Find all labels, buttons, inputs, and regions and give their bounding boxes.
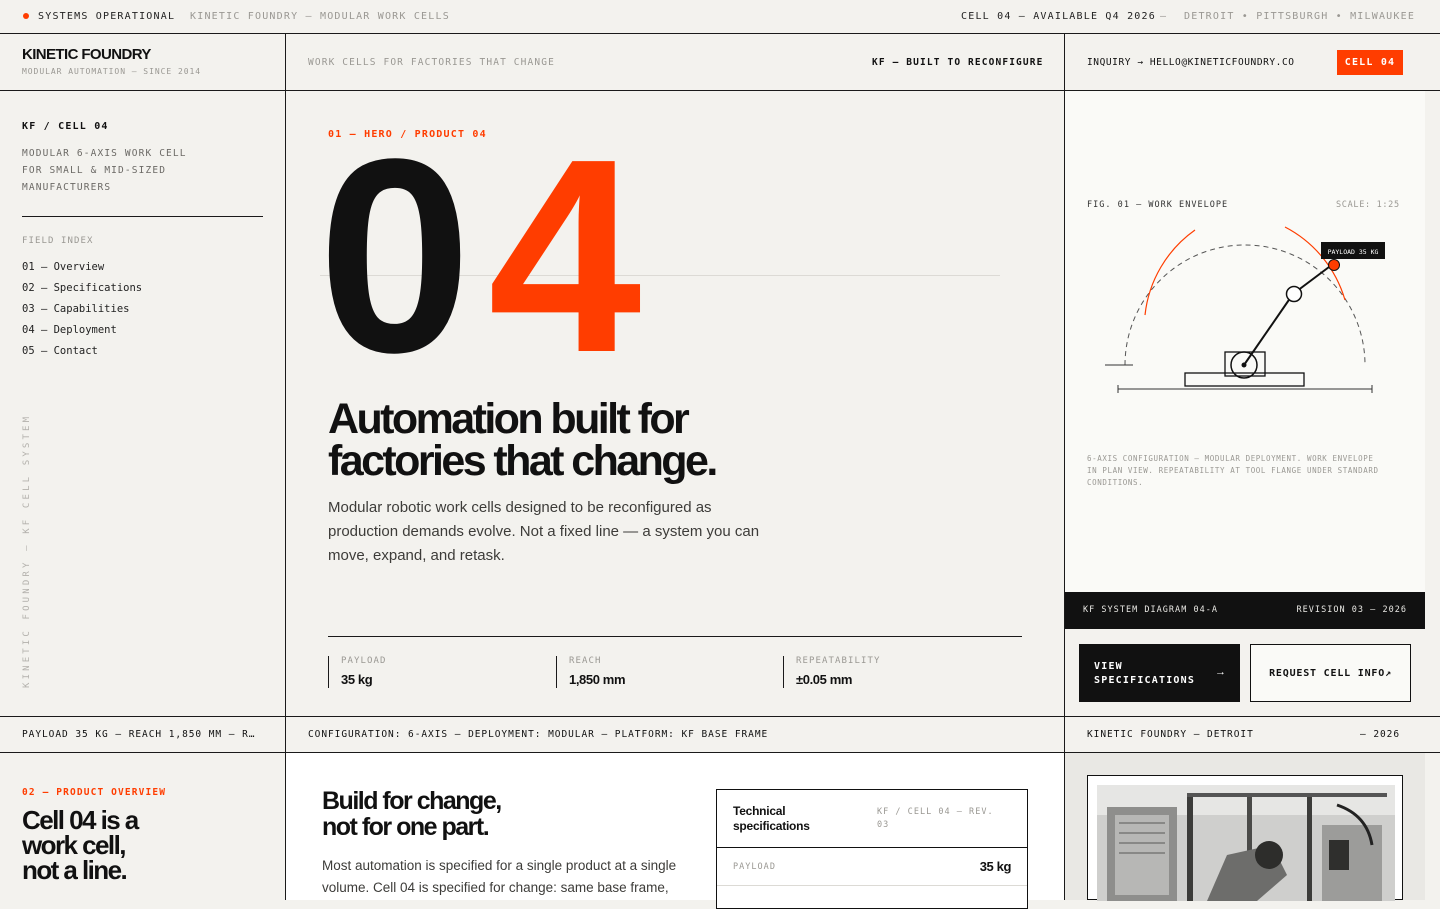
- arrow-right-icon: →: [1215, 666, 1226, 678]
- figure-caption-line: IN PLAN VIEW. REPEATABILITY AT TOOL FLAN…: [1087, 466, 1379, 475]
- envelope-limit-left: [1144, 229, 1196, 316]
- spec-row-label: PAYLOAD: [733, 862, 776, 872]
- status-text: SYSTEMS OPERATIONAL: [38, 11, 176, 22]
- overview-eyebrow: 02 — PRODUCT OVERVIEW: [22, 787, 167, 798]
- stat-repeatability: REPEATABILITY ±0.05 mm: [783, 656, 880, 688]
- inquiry-link[interactable]: INQUIRY → HELLO@KINETICFOUNDRY.CO: [1087, 57, 1295, 68]
- hero-number-zero: 0: [318, 102, 472, 410]
- figure-title: FIG. 01 — WORK ENVELOPE: [1087, 200, 1229, 210]
- sidebar-item-contact[interactable]: 05 — Contact: [22, 341, 142, 362]
- sidebar-item-deployment[interactable]: 04 — Deployment: [22, 320, 142, 341]
- overview-body: Most automation is specified for a singl…: [322, 855, 676, 899]
- spec-table-ref-line: KF / CELL 04 — REV.: [877, 807, 994, 817]
- base-frame: [1184, 372, 1305, 387]
- hero-body-line: Modular robotic work cells designed to b…: [328, 499, 712, 516]
- ticker-year: — 2026: [1360, 729, 1401, 740]
- spec-table-title-line: specifications: [733, 819, 810, 833]
- stat-payload: PAYLOAD 35 kg: [328, 656, 387, 688]
- stat-value: 35 kg: [341, 672, 373, 687]
- hero-body-line: production demands evolve. Not a fixed l…: [328, 523, 760, 540]
- stat-label: REPEATABILITY: [796, 656, 881, 666]
- sidebar-item-specifications[interactable]: 02 — Specifications: [22, 278, 142, 299]
- field-index-title: FIELD INDEX: [22, 236, 94, 246]
- logo-subtitle: MODULAR AUTOMATION — SINCE 2014: [22, 67, 202, 76]
- ticker-top-divider: [0, 716, 1440, 717]
- cell-04-button[interactable]: CELL 04: [1337, 50, 1403, 75]
- payload-tag: PAYLOAD 35 KG: [1328, 248, 1379, 256]
- overview-heading: Build for change, not for one part.: [322, 787, 502, 841]
- sidebar-item-capabilities[interactable]: 03 — Capabilities: [22, 299, 142, 320]
- robot-elbow-joint: [1285, 285, 1303, 303]
- ticker-location: KINETIC FOUNDRY — DETROIT: [1087, 729, 1254, 740]
- overview-title: Cell 04 is a work cell, not a line.: [22, 807, 139, 885]
- logo[interactable]: KINETIC FOUNDRY: [22, 46, 151, 63]
- figure-scale: SCALE: 1:25: [1336, 200, 1400, 210]
- request-cell-info-button[interactable]: REQUEST CELL INFO↗: [1250, 644, 1411, 702]
- view-specifications-label: VIEW SPECIFICATIONS: [1094, 660, 1195, 688]
- overview-body-line: volume. Cell 04 is specified for change:…: [322, 880, 669, 895]
- diagram-label: KF SYSTEM DIAGRAM 04-A: [1083, 605, 1219, 615]
- sidebar-description: MODULAR 6-AXIS WORK CELL FOR SMALL & MID…: [22, 145, 187, 196]
- figure-caption-line: 6-AXIS CONFIGURATION — MODULAR DEPLOYMEN…: [1087, 454, 1374, 463]
- factory-photo-image: [1097, 785, 1395, 901]
- stat-value: 1,850 mm: [569, 672, 626, 687]
- overview-heading-line: not for one part.: [322, 813, 490, 841]
- overview-title-line: not a line.: [22, 855, 128, 885]
- view-specifications-button[interactable]: VIEW SPECIFICATIONS →: [1079, 644, 1240, 702]
- work-envelope-diagram: PAYLOAD 35 KG: [1105, 226, 1385, 393]
- hero-headline-line: factories that change.: [328, 437, 718, 485]
- spec-table-ref: KF / CELL 04 — REV. 03: [877, 806, 994, 832]
- locations-text: DETROIT • PITTSBURGH • MILWAUKEE: [1184, 11, 1416, 22]
- robot-arm-lower: [1243, 293, 1294, 366]
- sidebar-divider: [22, 216, 263, 217]
- overview-heading-line: Build for change,: [322, 787, 502, 815]
- diagram-revision: REVISION 03 — 2026: [1296, 605, 1407, 615]
- top-status-bar: SYSTEMS OPERATIONAL KINETIC FOUNDRY — MO…: [0, 0, 1440, 34]
- header-slogan: KF — BUILT TO RECONFIGURE: [872, 57, 1044, 68]
- diagram-bar: KF SYSTEM DIAGRAM 04-A REVISION 03 — 202…: [1065, 592, 1425, 629]
- sidebar-description-line: MANUFACTURERS: [22, 182, 112, 193]
- stat-label: REACH: [569, 656, 602, 666]
- hero-headline: Automation built for factories that chan…: [328, 395, 718, 485]
- ticker-configuration: CONFIGURATION: 6-AXIS — DEPLOYMENT: MODU…: [308, 729, 769, 740]
- hero-number-four: 4: [488, 102, 642, 410]
- table-row: PAYLOAD 35 kg: [717, 848, 1027, 886]
- figure-caption-line: CONDITIONS.: [1087, 478, 1144, 487]
- brand-line: KINETIC FOUNDRY — MODULAR WORK CELLS: [190, 11, 450, 22]
- availability-text: CELL 04 — AVAILABLE Q4 2026: [961, 11, 1156, 22]
- status-dot-icon: [23, 13, 29, 19]
- tool-flange-point: [1328, 259, 1340, 271]
- spec-table-ref-line: 03: [877, 820, 890, 830]
- sidebar-description-line: FOR SMALL & MID-SIZED: [22, 165, 167, 176]
- spec-table-title: Technical specifications: [733, 804, 810, 834]
- separator: —: [1160, 11, 1168, 22]
- spec-row-value: 35 kg: [979, 859, 1012, 874]
- field-index-list: 01 — Overview 02 — Specifications 03 — C…: [22, 257, 142, 362]
- factory-photo-frame: [1087, 775, 1403, 901]
- overview-body-line: Most automation is specified for a singl…: [322, 858, 677, 873]
- figure-caption: 6-AXIS CONFIGURATION — MODULAR DEPLOYMEN…: [1087, 453, 1379, 489]
- hero-body-line: move, expand, and retask.: [328, 547, 505, 564]
- spec-table-title-line: Technical: [733, 804, 786, 818]
- hero-headline-line: Automation built for: [328, 395, 690, 443]
- stat-value: ±0.05 mm: [796, 672, 853, 687]
- sidebar-item-overview[interactable]: 01 — Overview: [22, 257, 142, 278]
- spec-table: Technical specifications KF / CELL 04 — …: [716, 789, 1028, 909]
- hero-body: Modular robotic work cells designed to b…: [328, 496, 759, 568]
- stat-reach: REACH 1,850 mm: [556, 656, 626, 688]
- view-specifications-label-line: SPECIFICATIONS: [1094, 675, 1196, 686]
- sidebar-id: KF / CELL 04: [22, 121, 109, 132]
- vertical-brand-text: KINETIC FOUNDRY — KF CELL SYSTEM: [22, 413, 32, 688]
- stats-divider: [328, 636, 1022, 637]
- header-tagline: WORK CELLS FOR FACTORIES THAT CHANGE: [308, 57, 555, 68]
- ticker-specs: PAYLOAD 35 KG — REACH 1,850 MM — R…: [22, 729, 256, 740]
- sidebar-description-line: MODULAR 6-AXIS WORK CELL: [22, 148, 187, 159]
- view-specifications-label-line: VIEW: [1094, 661, 1123, 672]
- stat-label: PAYLOAD: [341, 656, 387, 666]
